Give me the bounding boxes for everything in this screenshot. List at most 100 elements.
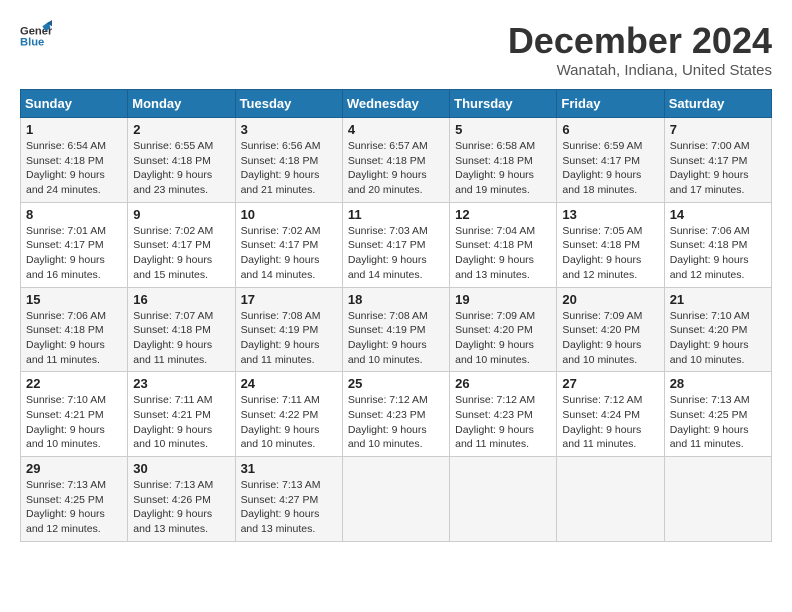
- day-info: Sunrise: 7:11 AM Sunset: 4:22 PM Dayligh…: [241, 393, 337, 452]
- day-info: Sunrise: 7:08 AM Sunset: 4:19 PM Dayligh…: [241, 309, 337, 368]
- calendar-header-saturday: Saturday: [664, 90, 771, 118]
- calendar-cell: 12 Sunrise: 7:04 AM Sunset: 4:18 PM Dayl…: [450, 202, 557, 287]
- calendar-header-tuesday: Tuesday: [235, 90, 342, 118]
- location: Wanatah, Indiana, United States: [508, 62, 772, 79]
- day-number: 16: [133, 292, 229, 307]
- day-info: Sunrise: 6:55 AM Sunset: 4:18 PM Dayligh…: [133, 139, 229, 198]
- calendar-header-wednesday: Wednesday: [342, 90, 449, 118]
- calendar-cell: 24 Sunrise: 7:11 AM Sunset: 4:22 PM Dayl…: [235, 372, 342, 457]
- day-info: Sunrise: 6:59 AM Sunset: 4:17 PM Dayligh…: [562, 139, 658, 198]
- calendar-cell: 1 Sunrise: 6:54 AM Sunset: 4:18 PM Dayli…: [21, 118, 128, 203]
- calendar-cell: [342, 457, 449, 542]
- day-info: Sunrise: 7:09 AM Sunset: 4:20 PM Dayligh…: [455, 309, 551, 368]
- calendar-header-sunday: Sunday: [21, 90, 128, 118]
- day-number: 22: [26, 376, 122, 391]
- day-number: 14: [670, 207, 766, 222]
- day-info: Sunrise: 6:57 AM Sunset: 4:18 PM Dayligh…: [348, 139, 444, 198]
- day-info: Sunrise: 7:12 AM Sunset: 4:24 PM Dayligh…: [562, 393, 658, 452]
- day-info: Sunrise: 7:04 AM Sunset: 4:18 PM Dayligh…: [455, 224, 551, 283]
- calendar-week-row: 29 Sunrise: 7:13 AM Sunset: 4:25 PM Dayl…: [21, 457, 772, 542]
- day-number: 19: [455, 292, 551, 307]
- day-number: 29: [26, 461, 122, 476]
- day-info: Sunrise: 7:08 AM Sunset: 4:19 PM Dayligh…: [348, 309, 444, 368]
- day-number: 7: [670, 122, 766, 137]
- calendar-cell: 26 Sunrise: 7:12 AM Sunset: 4:23 PM Dayl…: [450, 372, 557, 457]
- day-number: 26: [455, 376, 551, 391]
- day-info: Sunrise: 6:56 AM Sunset: 4:18 PM Dayligh…: [241, 139, 337, 198]
- day-info: Sunrise: 7:03 AM Sunset: 4:17 PM Dayligh…: [348, 224, 444, 283]
- month-title: December 2024: [508, 20, 772, 62]
- day-info: Sunrise: 7:13 AM Sunset: 4:25 PM Dayligh…: [26, 478, 122, 537]
- day-number: 30: [133, 461, 229, 476]
- calendar-cell: 2 Sunrise: 6:55 AM Sunset: 4:18 PM Dayli…: [128, 118, 235, 203]
- day-number: 4: [348, 122, 444, 137]
- calendar-cell: 23 Sunrise: 7:11 AM Sunset: 4:21 PM Dayl…: [128, 372, 235, 457]
- day-info: Sunrise: 7:06 AM Sunset: 4:18 PM Dayligh…: [670, 224, 766, 283]
- day-number: 18: [348, 292, 444, 307]
- day-info: Sunrise: 7:10 AM Sunset: 4:20 PM Dayligh…: [670, 309, 766, 368]
- day-info: Sunrise: 6:58 AM Sunset: 4:18 PM Dayligh…: [455, 139, 551, 198]
- calendar-cell: 9 Sunrise: 7:02 AM Sunset: 4:17 PM Dayli…: [128, 202, 235, 287]
- calendar-header-monday: Monday: [128, 90, 235, 118]
- calendar-cell: 14 Sunrise: 7:06 AM Sunset: 4:18 PM Dayl…: [664, 202, 771, 287]
- calendar-week-row: 15 Sunrise: 7:06 AM Sunset: 4:18 PM Dayl…: [21, 287, 772, 372]
- day-number: 17: [241, 292, 337, 307]
- calendar-cell: 6 Sunrise: 6:59 AM Sunset: 4:17 PM Dayli…: [557, 118, 664, 203]
- day-number: 12: [455, 207, 551, 222]
- day-number: 10: [241, 207, 337, 222]
- calendar-cell: 29 Sunrise: 7:13 AM Sunset: 4:25 PM Dayl…: [21, 457, 128, 542]
- day-info: Sunrise: 7:13 AM Sunset: 4:27 PM Dayligh…: [241, 478, 337, 537]
- day-info: Sunrise: 6:54 AM Sunset: 4:18 PM Dayligh…: [26, 139, 122, 198]
- calendar-week-row: 8 Sunrise: 7:01 AM Sunset: 4:17 PM Dayli…: [21, 202, 772, 287]
- calendar-cell: 19 Sunrise: 7:09 AM Sunset: 4:20 PM Dayl…: [450, 287, 557, 372]
- day-number: 9: [133, 207, 229, 222]
- day-number: 21: [670, 292, 766, 307]
- day-number: 15: [26, 292, 122, 307]
- day-info: Sunrise: 7:12 AM Sunset: 4:23 PM Dayligh…: [348, 393, 444, 452]
- day-number: 20: [562, 292, 658, 307]
- day-info: Sunrise: 7:02 AM Sunset: 4:17 PM Dayligh…: [241, 224, 337, 283]
- calendar-cell: 22 Sunrise: 7:10 AM Sunset: 4:21 PM Dayl…: [21, 372, 128, 457]
- calendar-cell: 5 Sunrise: 6:58 AM Sunset: 4:18 PM Dayli…: [450, 118, 557, 203]
- day-number: 8: [26, 207, 122, 222]
- calendar-header-thursday: Thursday: [450, 90, 557, 118]
- day-number: 3: [241, 122, 337, 137]
- svg-text:Blue: Blue: [20, 37, 44, 49]
- day-info: Sunrise: 7:07 AM Sunset: 4:18 PM Dayligh…: [133, 309, 229, 368]
- day-info: Sunrise: 7:00 AM Sunset: 4:17 PM Dayligh…: [670, 139, 766, 198]
- day-number: 28: [670, 376, 766, 391]
- calendar-header-friday: Friday: [557, 90, 664, 118]
- calendar-cell: 3 Sunrise: 6:56 AM Sunset: 4:18 PM Dayli…: [235, 118, 342, 203]
- calendar-cell: [450, 457, 557, 542]
- day-number: 6: [562, 122, 658, 137]
- day-info: Sunrise: 7:05 AM Sunset: 4:18 PM Dayligh…: [562, 224, 658, 283]
- calendar-cell: 28 Sunrise: 7:13 AM Sunset: 4:25 PM Dayl…: [664, 372, 771, 457]
- page-header: General Blue December 2024 Wanatah, Indi…: [20, 20, 772, 79]
- title-area: December 2024 Wanatah, Indiana, United S…: [508, 20, 772, 79]
- calendar-cell: [557, 457, 664, 542]
- calendar-cell: 30 Sunrise: 7:13 AM Sunset: 4:26 PM Dayl…: [128, 457, 235, 542]
- logo: General Blue: [20, 20, 52, 52]
- calendar-cell: 31 Sunrise: 7:13 AM Sunset: 4:27 PM Dayl…: [235, 457, 342, 542]
- calendar-cell: 8 Sunrise: 7:01 AM Sunset: 4:17 PM Dayli…: [21, 202, 128, 287]
- day-info: Sunrise: 7:02 AM Sunset: 4:17 PM Dayligh…: [133, 224, 229, 283]
- calendar-cell: 27 Sunrise: 7:12 AM Sunset: 4:24 PM Dayl…: [557, 372, 664, 457]
- day-number: 23: [133, 376, 229, 391]
- day-info: Sunrise: 7:01 AM Sunset: 4:17 PM Dayligh…: [26, 224, 122, 283]
- day-number: 1: [26, 122, 122, 137]
- calendar-cell: 15 Sunrise: 7:06 AM Sunset: 4:18 PM Dayl…: [21, 287, 128, 372]
- day-number: 31: [241, 461, 337, 476]
- calendar-cell: 10 Sunrise: 7:02 AM Sunset: 4:17 PM Dayl…: [235, 202, 342, 287]
- calendar-cell: 7 Sunrise: 7:00 AM Sunset: 4:17 PM Dayli…: [664, 118, 771, 203]
- day-number: 13: [562, 207, 658, 222]
- calendar-cell: 16 Sunrise: 7:07 AM Sunset: 4:18 PM Dayl…: [128, 287, 235, 372]
- day-info: Sunrise: 7:10 AM Sunset: 4:21 PM Dayligh…: [26, 393, 122, 452]
- calendar-cell: 13 Sunrise: 7:05 AM Sunset: 4:18 PM Dayl…: [557, 202, 664, 287]
- day-number: 25: [348, 376, 444, 391]
- calendar-cell: 21 Sunrise: 7:10 AM Sunset: 4:20 PM Dayl…: [664, 287, 771, 372]
- day-info: Sunrise: 7:12 AM Sunset: 4:23 PM Dayligh…: [455, 393, 551, 452]
- calendar-week-row: 1 Sunrise: 6:54 AM Sunset: 4:18 PM Dayli…: [21, 118, 772, 203]
- day-number: 24: [241, 376, 337, 391]
- calendar-cell: 25 Sunrise: 7:12 AM Sunset: 4:23 PM Dayl…: [342, 372, 449, 457]
- calendar-cell: 17 Sunrise: 7:08 AM Sunset: 4:19 PM Dayl…: [235, 287, 342, 372]
